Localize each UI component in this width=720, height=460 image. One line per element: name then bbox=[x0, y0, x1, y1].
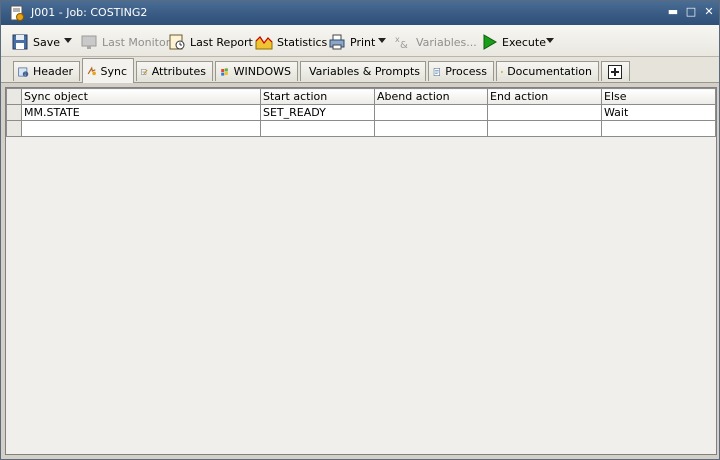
window-title: J001 - Job: COSTING2 bbox=[31, 6, 148, 19]
print-dropdown-icon[interactable] bbox=[378, 38, 386, 43]
row-selector[interactable] bbox=[6, 104, 22, 121]
tab-process[interactable]: Process bbox=[428, 61, 494, 81]
play-icon bbox=[483, 34, 497, 50]
execute-button[interactable]: Execute bbox=[480, 33, 546, 51]
title-bar[interactable]: J001 - Job: COSTING2 ▬ □ ✕ bbox=[1, 1, 719, 25]
windows-logo-icon bbox=[221, 67, 228, 76]
table-row[interactable] bbox=[6, 120, 716, 137]
cell-abend-action[interactable] bbox=[374, 120, 488, 137]
column-header-sync-object[interactable]: Sync object bbox=[21, 88, 261, 105]
save-icon bbox=[12, 34, 28, 50]
last-monitor-button[interactable]: Last Monitor bbox=[80, 33, 170, 51]
tab-header[interactable]: i Header bbox=[13, 61, 80, 81]
table-header-row: Sync object Start action Abend action En… bbox=[6, 88, 716, 105]
tab-sync[interactable]: Sync bbox=[82, 58, 134, 83]
svg-text:&: & bbox=[400, 40, 408, 51]
statistics-button[interactable]: Statistics bbox=[255, 33, 327, 51]
minimize-button[interactable]: ▬ bbox=[665, 4, 681, 20]
svg-text:i: i bbox=[24, 72, 25, 77]
sync-table[interactable]: Sync object Start action Abend action En… bbox=[6, 88, 716, 137]
save-dropdown-icon[interactable] bbox=[64, 38, 72, 43]
report-icon bbox=[169, 34, 185, 50]
cell-start-action[interactable] bbox=[260, 120, 375, 137]
job-window: J001 - Job: COSTING2 ▬ □ ✕ Save Last Mon… bbox=[0, 0, 720, 460]
table-row[interactable]: MM.STATE SET_READY Wait bbox=[6, 104, 716, 121]
cell-end-action[interactable] bbox=[487, 104, 602, 121]
documentation-icon bbox=[501, 70, 503, 73]
column-header-else[interactable]: Else bbox=[601, 88, 716, 105]
row-selector[interactable] bbox=[6, 120, 22, 137]
header-icon: i bbox=[18, 67, 29, 77]
tab-add[interactable] bbox=[601, 61, 630, 81]
save-button[interactable]: Save bbox=[11, 33, 60, 51]
tab-attributes[interactable]: Attributes bbox=[136, 61, 213, 81]
cell-end-action[interactable] bbox=[487, 120, 602, 137]
printer-icon bbox=[329, 34, 345, 50]
attributes-icon bbox=[141, 68, 148, 75]
last-report-button[interactable]: Last Report bbox=[168, 33, 253, 51]
close-button[interactable]: ✕ bbox=[701, 4, 717, 20]
monitor-icon bbox=[81, 35, 97, 49]
cell-start-action[interactable]: SET_READY bbox=[260, 104, 375, 121]
execute-dropdown-icon[interactable] bbox=[546, 38, 554, 43]
row-header-corner bbox=[6, 88, 22, 105]
job-icon bbox=[10, 5, 24, 21]
statistics-icon bbox=[255, 36, 273, 50]
column-header-start-action[interactable]: Start action bbox=[260, 88, 375, 105]
print-button[interactable]: Print bbox=[328, 33, 375, 51]
variables-icon: x & bbox=[395, 35, 408, 51]
cell-abend-action[interactable] bbox=[374, 104, 488, 121]
maximize-button[interactable]: □ bbox=[683, 4, 699, 20]
tab-windows[interactable]: WINDOWS bbox=[215, 61, 298, 81]
variables-button[interactable]: x & Variables... bbox=[394, 33, 477, 51]
column-header-abend-action[interactable]: Abend action bbox=[374, 88, 488, 105]
toolbar: Save Last Monitor Last Report Statistics… bbox=[1, 25, 719, 57]
tab-documentation[interactable]: Documentation bbox=[496, 61, 599, 81]
cell-else[interactable] bbox=[601, 120, 716, 137]
sync-icon bbox=[87, 66, 96, 76]
sync-grid-panel: Sync object Start action Abend action En… bbox=[5, 87, 717, 455]
cell-sync-object[interactable] bbox=[21, 120, 261, 137]
cell-sync-object[interactable]: MM.STATE bbox=[21, 104, 261, 121]
column-header-end-action[interactable]: End action bbox=[487, 88, 602, 105]
add-tab-icon bbox=[608, 64, 622, 79]
tab-variables-prompts[interactable]: Variables & Prompts bbox=[300, 61, 426, 81]
cell-else[interactable]: Wait bbox=[601, 104, 716, 121]
process-icon bbox=[433, 67, 440, 76]
tab-strip: i Header Sync Attributes WINDOWS Variabl… bbox=[1, 57, 719, 83]
